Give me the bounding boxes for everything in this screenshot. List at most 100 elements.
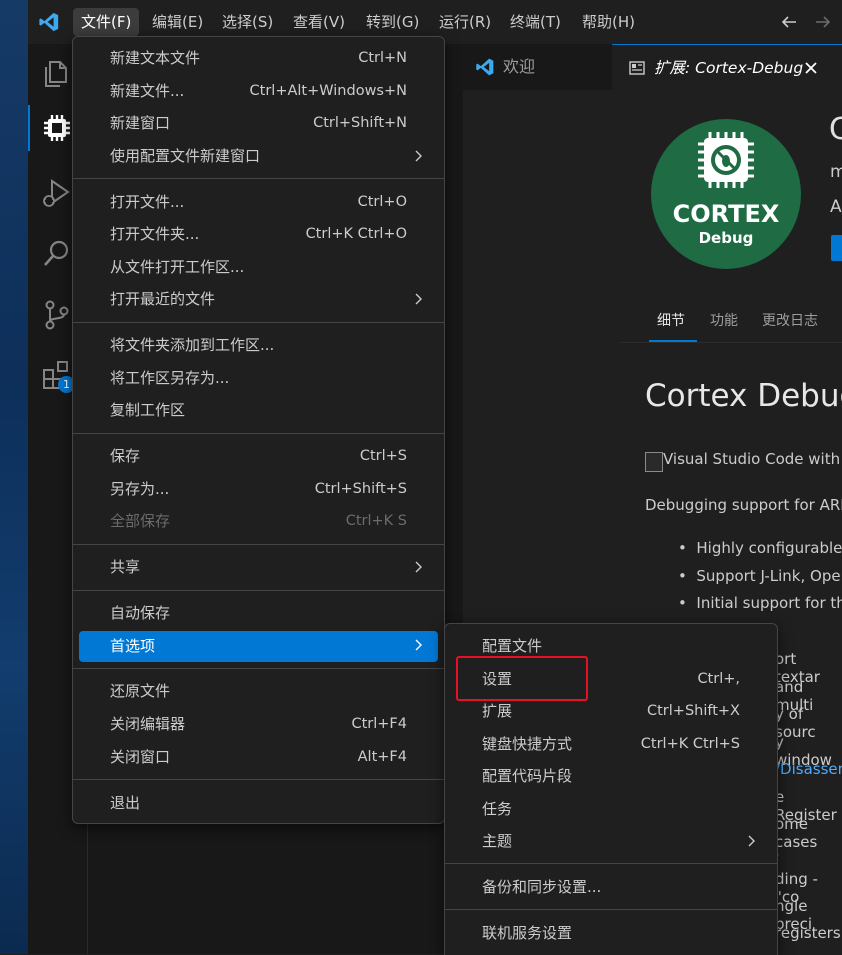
menu-new-window-with-profile[interactable]: 使用配置文件新建窗口 — [79, 142, 438, 171]
menu-revert-file[interactable]: 还原文件 — [79, 677, 438, 706]
submenu-keyboard-shortcuts[interactable]: 键盘快捷方式 Ctrl+K Ctrl+S — [451, 730, 771, 759]
submenu-keyboard-shortcuts-shortcut: Ctrl+K Ctrl+S — [640, 736, 740, 752]
tab-details[interactable]: 细节 — [657, 310, 685, 330]
menu-separator — [445, 909, 777, 910]
close-tab-icon[interactable] — [804, 61, 818, 75]
desktop-background — [0, 0, 28, 954]
menu-go[interactable]: 转到(G) — [358, 8, 427, 36]
tab-welcome[interactable]: 欢迎 — [463, 44, 612, 90]
menu-new-window-with-profile-label: 使用配置文件新建窗口 — [110, 147, 261, 165]
details-tab-underline — [649, 340, 697, 342]
file-menu: 新建文本文件 Ctrl+N 新建文件... Ctrl+Alt+Windows+N 新… — [72, 36, 445, 824]
menu-separator — [73, 178, 444, 179]
menu-open-folder-label: 打开文件夹... — [110, 225, 200, 243]
source-control-icon[interactable] — [40, 298, 74, 332]
menu-separator — [73, 590, 444, 591]
submenu-tasks[interactable]: 任务 — [451, 795, 771, 824]
readme-bullet-1: • Highly configurable. — [678, 539, 842, 557]
tab-features[interactable]: 功能 — [710, 310, 738, 330]
submenu-online-services-label: 联机服务设置 — [482, 924, 573, 942]
menu-save-all-shortcut: Ctrl+K S — [345, 513, 407, 529]
menu-close-editor[interactable]: 关闭编辑器 Ctrl+F4 — [79, 710, 438, 739]
menu-save-as-label: 另存为... — [110, 480, 170, 498]
cortex-debug-logo — [651, 119, 801, 269]
menu-help[interactable]: 帮助(H) — [574, 8, 643, 36]
submenu-online-services[interactable]: 联机服务设置 — [451, 919, 771, 948]
tab-extension-label: 扩展: Cortex-Debug — [654, 45, 803, 91]
submenu-configure-snippets[interactable]: 配置代码片段 — [451, 762, 771, 791]
menu-view[interactable]: 查看(V) — [285, 8, 353, 36]
menu-selection[interactable]: 选择(S) — [214, 8, 281, 36]
menu-edit[interactable]: 编辑(E) — [144, 8, 211, 36]
readme-line-7: ome cases — [775, 815, 818, 851]
submenu-backup-sync[interactable]: 备份和同步设置... — [451, 873, 771, 902]
logo-text-sub: Debug — [698, 229, 754, 247]
menu-save-all: 全部保存 Ctrl+K S — [79, 507, 438, 536]
tab-extension-name: Cortex-Debug — [695, 59, 804, 77]
menu-new-text-file[interactable]: 新建文本文件 Ctrl+N — [79, 44, 438, 73]
tab-extension[interactable]: 扩展: Cortex-Debug — [612, 44, 842, 90]
menu-open-workspace-from-file[interactable]: 从文件打开工作区... — [79, 253, 438, 282]
menu-save-workspace-as[interactable]: 将工作区另存为... — [79, 364, 438, 393]
tab-extension-prefix: 扩展: — [654, 59, 696, 77]
menu-close-window[interactable]: 关闭窗口 Alt+F4 — [79, 743, 438, 772]
chip-extension-icon[interactable] — [40, 111, 74, 145]
back-arrow-icon[interactable] — [780, 13, 798, 31]
menu-new-text-file-label: 新建文本文件 — [110, 49, 201, 67]
menu-save-as[interactable]: 另存为... Ctrl+Shift+S — [79, 475, 438, 504]
menu-duplicate-workspace-label: 复制工作区 — [110, 401, 186, 419]
readme-bullet-2: • Support J-Link, Open — [678, 567, 842, 585]
menu-save-label: 保存 — [110, 447, 141, 465]
menu-open-recent[interactable]: 打开最近的文件 — [79, 285, 438, 314]
submenu-themes-label: 主题 — [482, 832, 513, 850]
menu-separator — [73, 433, 444, 434]
menu-open-file[interactable]: 打开文件... Ctrl+O — [79, 188, 438, 217]
forward-arrow-icon[interactable] — [814, 13, 832, 31]
extension-publisher[interactable]: m — [830, 162, 842, 182]
run-debug-icon[interactable] — [40, 176, 74, 210]
submenu-extensions-label: 扩展 — [482, 702, 513, 720]
menu-new-text-file-shortcut: Ctrl+N — [358, 50, 407, 66]
menu-run[interactable]: 运行(R) — [431, 8, 499, 36]
bullet-1-text: Highly configurable. — [696, 539, 842, 557]
readme-image-alt: Visual Studio Code with C — [645, 450, 842, 472]
menu-open-file-shortcut: Ctrl+O — [357, 194, 407, 210]
menu-terminal[interactable]: 终端(T) — [502, 8, 569, 36]
explorer-icon[interactable] — [40, 56, 74, 90]
bullet-2-text: Support J-Link, Open — [696, 567, 842, 585]
readme-link-disassembly[interactable]: /Disassen — [775, 760, 842, 778]
submenu-extensions[interactable]: 扩展 Ctrl+Shift+X — [451, 697, 771, 726]
menu-duplicate-workspace[interactable]: 复制工作区 — [79, 396, 438, 425]
chevron-right-icon — [415, 150, 422, 162]
tab-changelog[interactable]: 更改日志 — [762, 310, 818, 330]
submenu-themes[interactable]: 主题 — [451, 827, 771, 856]
menu-separator — [73, 544, 444, 545]
menu-auto-save[interactable]: 自动保存 — [79, 599, 438, 628]
chevron-right-icon — [415, 639, 422, 651]
menu-new-file[interactable]: 新建文件... Ctrl+Alt+Windows+N — [79, 77, 438, 106]
menu-file[interactable]: 文件(F) — [73, 8, 140, 36]
menu-close-editor-shortcut: Ctrl+F4 — [351, 716, 407, 732]
submenu-backup-sync-label: 备份和同步设置... — [482, 878, 602, 896]
menu-preferences[interactable]: 首选项 — [79, 631, 438, 662]
menu-new-window-label: 新建窗口 — [110, 114, 171, 132]
bullet-3-text: Initial support for the — [696, 594, 842, 612]
menu-new-window[interactable]: 新建窗口 Ctrl+Shift+N — [79, 109, 438, 138]
readme-bullet-3: • Initial support for the — [678, 594, 842, 612]
menu-save-shortcut: Ctrl+S — [359, 448, 407, 464]
chevron-right-icon — [415, 293, 422, 305]
install-button[interactable] — [831, 235, 842, 261]
settings-highlight-box — [456, 656, 588, 701]
menu-close-window-label: 关闭窗口 — [110, 748, 171, 766]
menu-save[interactable]: 保存 Ctrl+S — [79, 442, 438, 471]
menu-separator — [445, 863, 777, 864]
menu-exit[interactable]: 退出 — [79, 789, 438, 818]
menu-separator — [73, 668, 444, 669]
menu-close-window-shortcut: Alt+F4 — [357, 749, 407, 765]
menu-add-folder-to-workspace[interactable]: 将文件夹添加到工作区... — [79, 331, 438, 360]
menu-share[interactable]: 共享 — [79, 553, 438, 582]
menu-open-folder[interactable]: 打开文件夹... Ctrl+K Ctrl+O — [79, 220, 438, 249]
broken-image-icon — [645, 452, 663, 472]
search-icon[interactable] — [40, 237, 74, 271]
menu-auto-save-label: 自动保存 — [110, 604, 171, 622]
